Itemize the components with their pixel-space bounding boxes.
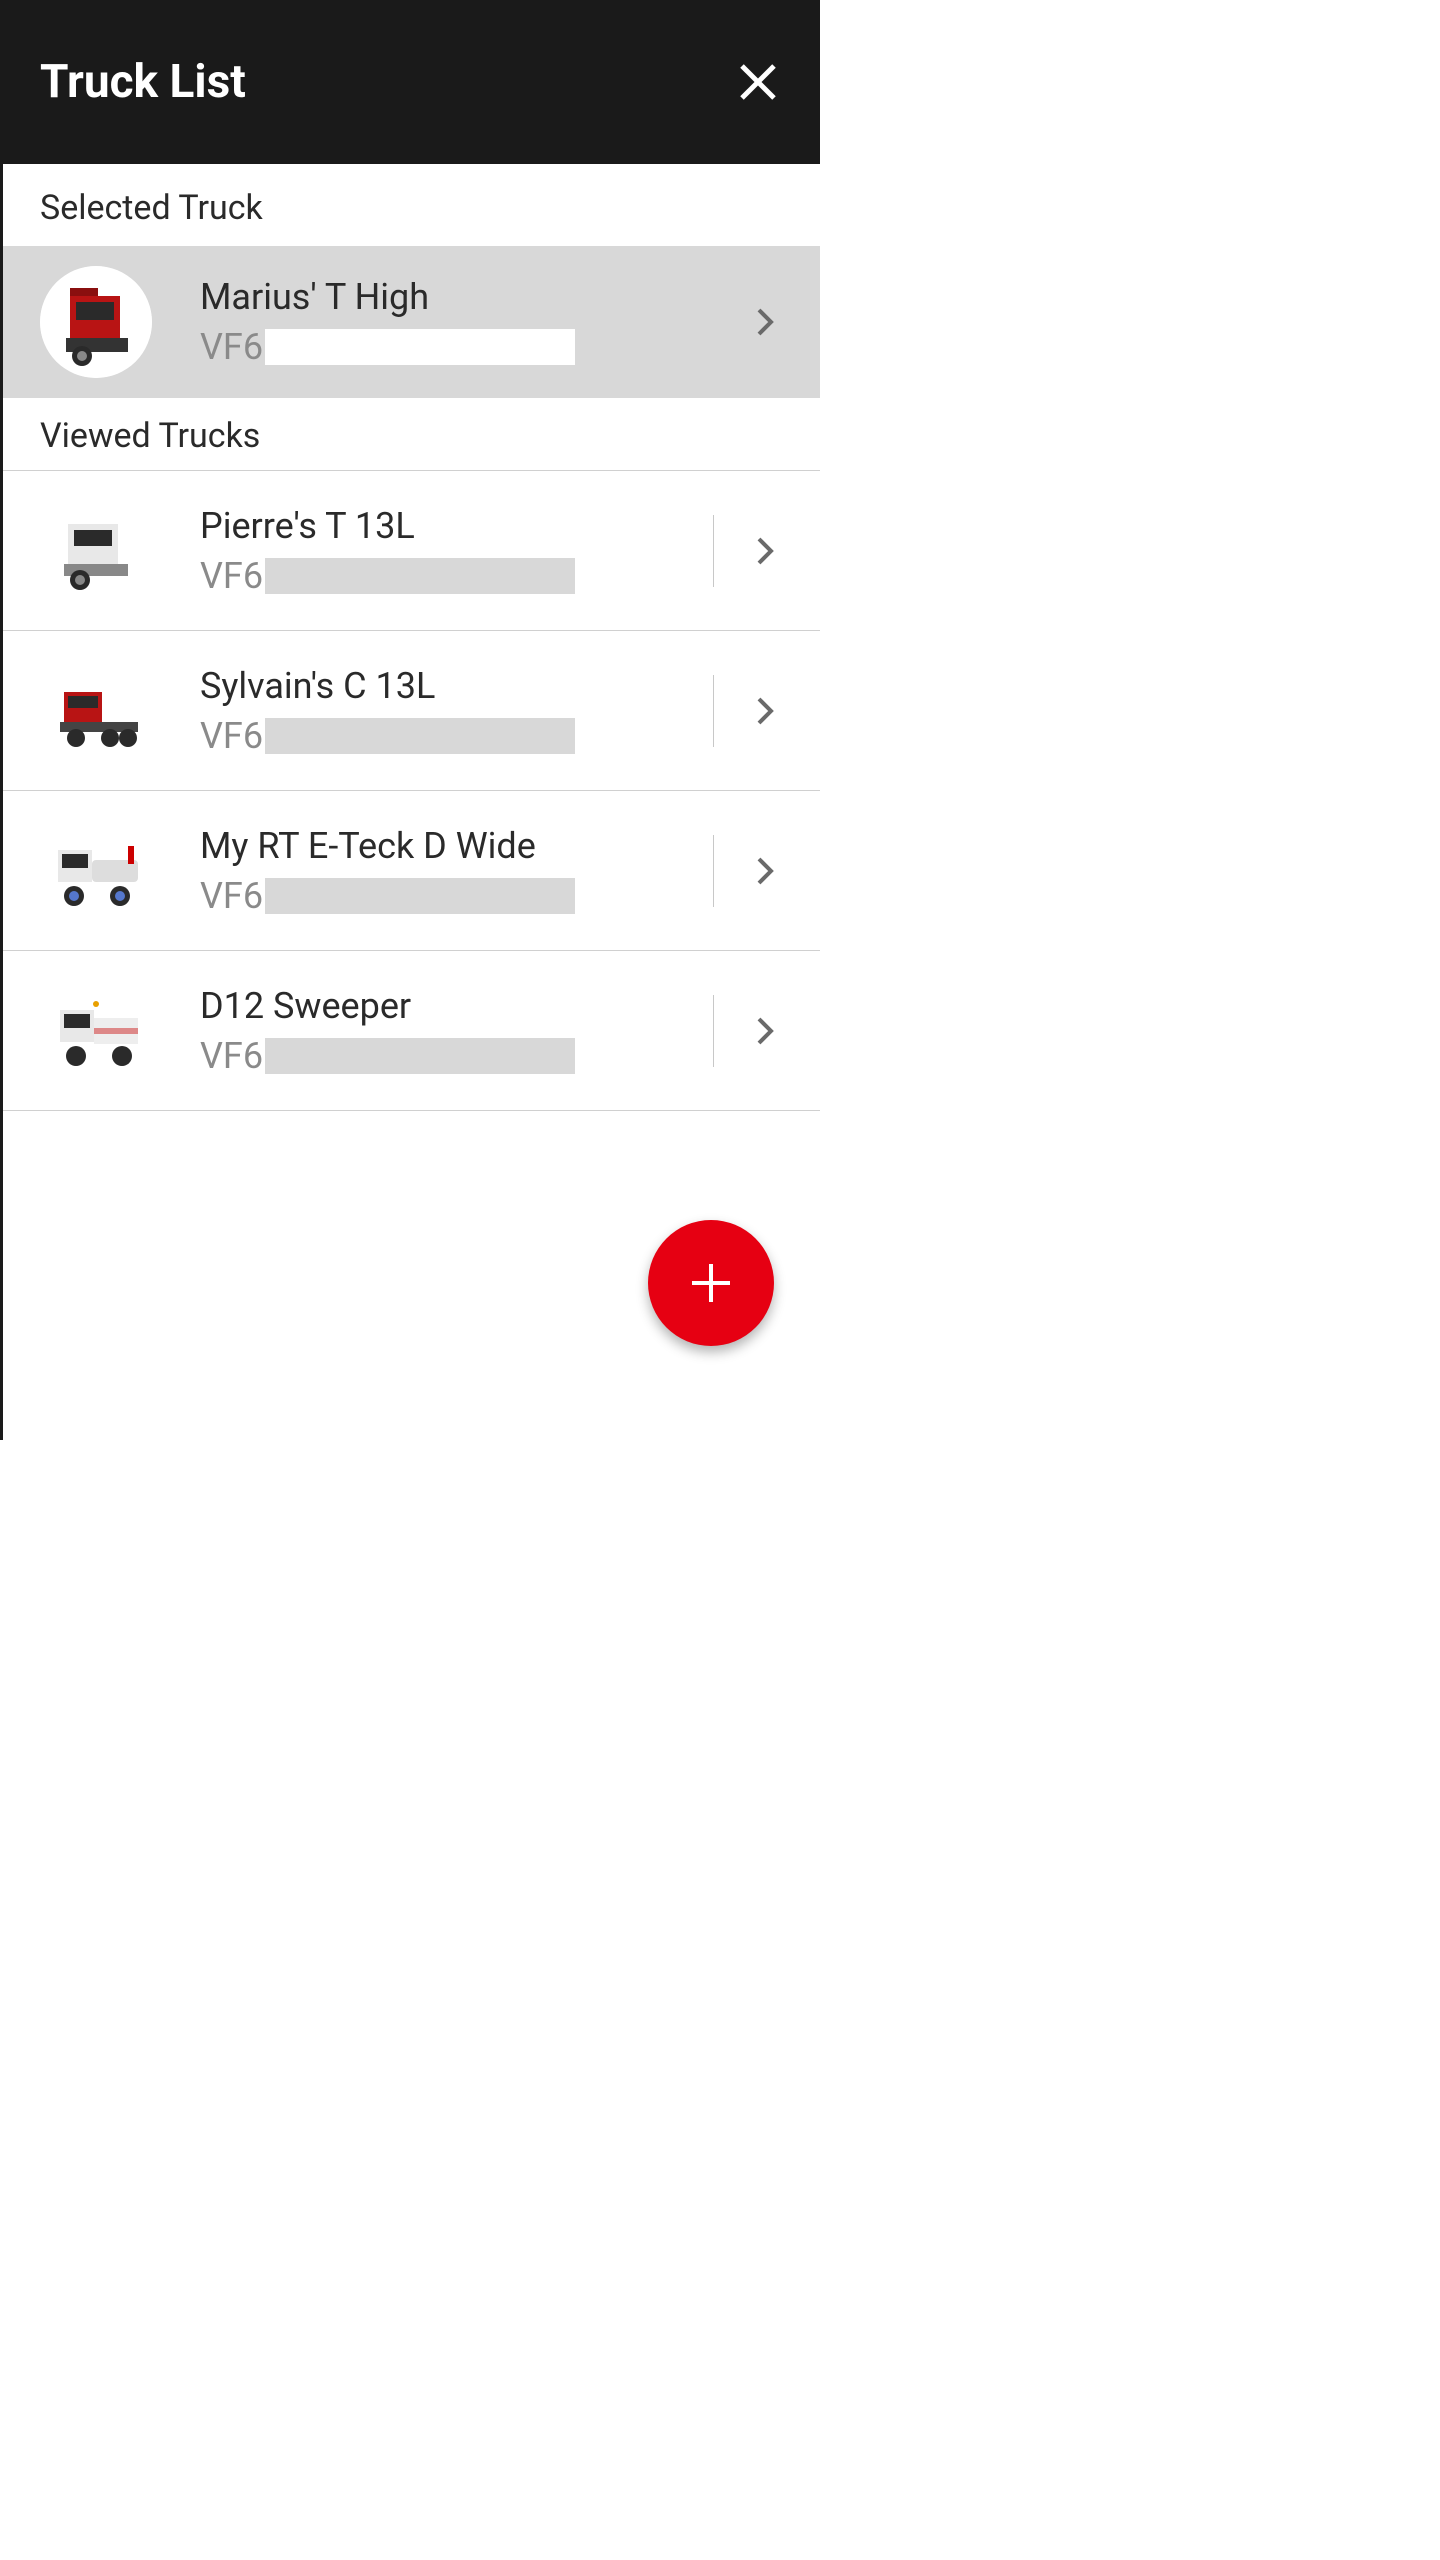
selected-truck-header: Selected Truck (0, 164, 820, 246)
list-item[interactable]: D12 Sweeper VF6 (0, 951, 820, 1111)
list-item[interactable]: My RT E-Teck D Wide VF6 (0, 791, 820, 951)
vin-row: VF6 (200, 326, 750, 368)
chevron-right-icon (750, 307, 780, 337)
vin-prefix: VF6 (200, 875, 263, 917)
truck-thumbnail (40, 266, 152, 378)
truck-thumbnail (40, 826, 152, 916)
vin-masked (265, 558, 575, 594)
truck-name: My RT E-Teck D Wide (200, 825, 713, 867)
truck-icon (40, 266, 152, 378)
vin-masked (265, 329, 575, 365)
vin-prefix: VF6 (200, 715, 263, 757)
truck-name: Marius' T High (200, 276, 750, 318)
vin-masked (265, 718, 575, 754)
plus-icon (688, 1260, 734, 1306)
truck-name: Sylvain's C 13L (200, 665, 713, 707)
chevron-right-icon (750, 856, 780, 886)
vin-row: VF6 (200, 875, 713, 917)
vin-prefix: VF6 (200, 326, 263, 368)
chevron-right-icon (750, 536, 780, 566)
truck-thumbnail (40, 666, 152, 756)
close-button[interactable] (736, 60, 780, 104)
truck-thumbnail (40, 986, 152, 1076)
viewed-trucks-list: Pierre's T 13L VF6 Sylvain's C 13L (0, 470, 820, 1111)
left-edge (0, 0, 3, 1440)
chevron-right-icon (750, 1016, 780, 1046)
selected-truck-row[interactable]: Marius' T High VF6 (0, 246, 820, 398)
vin-prefix: VF6 (200, 1035, 263, 1077)
truck-info: Sylvain's C 13L VF6 (200, 665, 713, 757)
list-item[interactable]: Pierre's T 13L VF6 (0, 471, 820, 631)
close-icon (738, 62, 778, 102)
page-title: Truck List (40, 55, 246, 109)
header-bar: Truck List (0, 0, 820, 164)
add-truck-button[interactable] (648, 1220, 774, 1346)
viewed-trucks-header: Viewed Trucks (0, 398, 820, 470)
truck-icon (40, 826, 152, 916)
vin-row: VF6 (200, 1035, 713, 1077)
list-item[interactable]: Sylvain's C 13L VF6 (0, 631, 820, 791)
vin-masked (265, 878, 575, 914)
row-divider (713, 515, 714, 587)
truck-name: D12 Sweeper (200, 985, 713, 1027)
truck-info: Marius' T High VF6 (200, 276, 750, 368)
truck-icon (40, 986, 152, 1076)
truck-info: D12 Sweeper VF6 (200, 985, 713, 1077)
chevron-right-icon (750, 696, 780, 726)
truck-icon (40, 506, 152, 596)
vin-masked (265, 1038, 575, 1074)
row-divider (713, 835, 714, 907)
row-divider (713, 995, 714, 1067)
truck-info: My RT E-Teck D Wide VF6 (200, 825, 713, 917)
truck-thumbnail (40, 506, 152, 596)
vin-prefix: VF6 (200, 555, 263, 597)
vin-row: VF6 (200, 555, 713, 597)
truck-icon (40, 666, 152, 756)
truck-info: Pierre's T 13L VF6 (200, 505, 713, 597)
vin-row: VF6 (200, 715, 713, 757)
truck-name: Pierre's T 13L (200, 505, 713, 547)
row-divider (713, 675, 714, 747)
